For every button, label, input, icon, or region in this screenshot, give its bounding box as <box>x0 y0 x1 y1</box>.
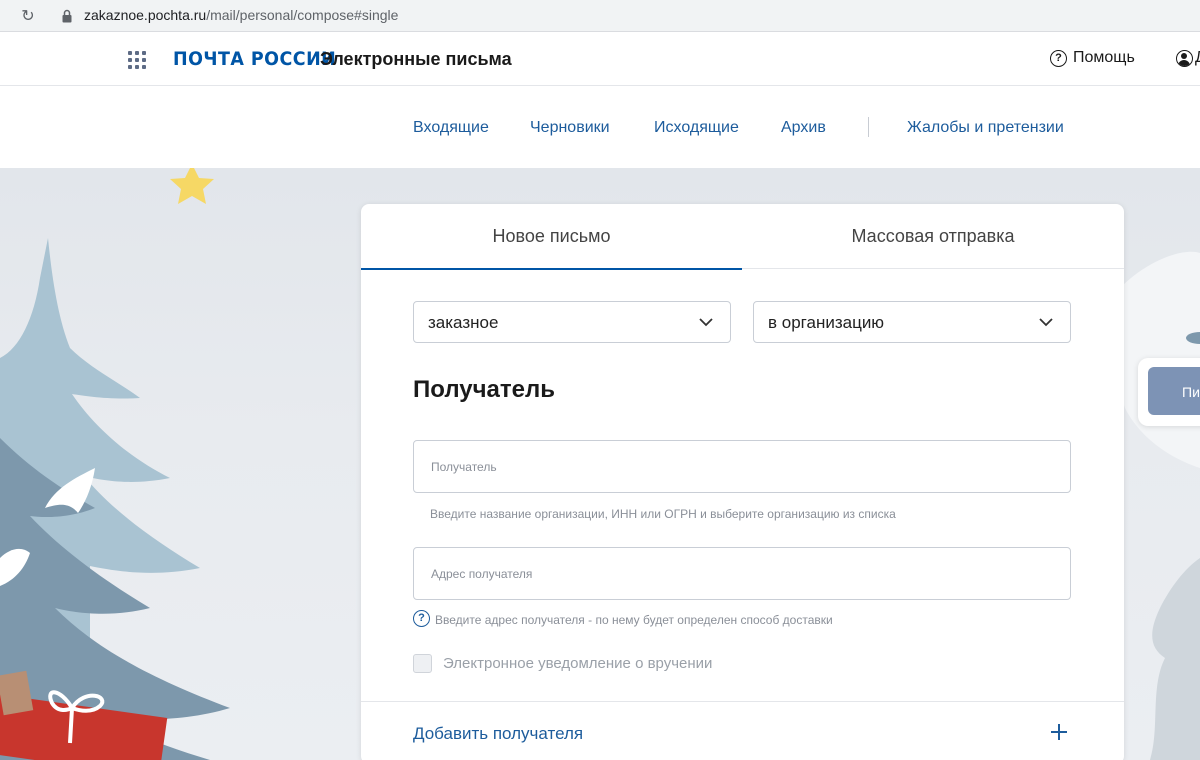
user-name[interactable]: Д <box>1195 49 1200 67</box>
compose-tabs: Новое письмо Массовая отправка <box>361 204 1124 270</box>
section-title-recipient: Получатель <box>413 376 555 403</box>
plus-icon[interactable] <box>1047 720 1071 744</box>
side-card: Пи <box>1138 358 1200 426</box>
address-field[interactable]: zakaznoe.pochta.ru/mail/personal/compose… <box>84 7 398 23</box>
site-header: ПОЧТА РОССИИ Электронные письма ? Помощь… <box>0 32 1200 86</box>
reload-icon[interactable]: ↻ <box>18 6 38 26</box>
nav-complaints[interactable]: Жалобы и претензии <box>907 119 1064 137</box>
notification-checkbox[interactable] <box>413 654 432 673</box>
help-link[interactable]: ? Помощь <box>1050 49 1135 67</box>
section-divider <box>361 701 1124 702</box>
side-card-button[interactable]: Пи <box>1148 367 1200 415</box>
user-icon[interactable] <box>1176 50 1193 67</box>
notification-label[interactable]: Электронное уведомление о вручении <box>443 655 712 672</box>
nav-archive[interactable]: Архив <box>781 119 826 137</box>
chevron-down-icon <box>699 318 713 327</box>
tab-new-letter[interactable]: Новое письмо <box>361 204 742 270</box>
letter-type-value: заказное <box>428 313 499 332</box>
recipient-hint: Введите название организации, ИНН или ОГ… <box>430 507 896 521</box>
recipient-field[interactable] <box>413 440 1071 493</box>
nav-inbox[interactable]: Входящие <box>413 119 489 137</box>
recipient-type-select[interactable]: в организацию <box>753 301 1071 343</box>
apps-grid-icon[interactable] <box>128 51 146 69</box>
star-decoration <box>170 168 214 204</box>
address-input[interactable] <box>431 564 1051 584</box>
help-icon: ? <box>1050 49 1067 67</box>
nav-drafts[interactable]: Черновики <box>530 119 610 137</box>
browser-url-bar: ↻ zakaznoe.pochta.ru/mail/personal/compo… <box>0 0 1200 32</box>
chevron-down-icon <box>1039 318 1053 327</box>
lock-icon <box>62 9 72 23</box>
nav-separator <box>868 117 869 137</box>
tree-right <box>1150 558 1200 760</box>
url-host: zakaznoe.pochta.ru <box>84 7 207 23</box>
question-icon[interactable]: ? <box>413 610 430 627</box>
recipient-type-value: в организацию <box>768 313 885 332</box>
help-label: Помощь <box>1073 49 1135 66</box>
service-title: Электронные письма <box>320 49 512 69</box>
nav-outbox[interactable]: Исходящие <box>654 119 739 137</box>
recipient-input[interactable] <box>431 457 1051 477</box>
address-hint: Введите адрес получателя - по нему будет… <box>435 613 833 627</box>
letter-type-select[interactable]: заказное <box>413 301 731 343</box>
url-path: /mail/personal/compose#single <box>206 7 399 23</box>
tab-bulk-send[interactable]: Массовая отправка <box>742 204 1124 269</box>
add-recipient-button[interactable]: Добавить получателя <box>413 724 583 744</box>
address-field[interactable] <box>413 547 1071 600</box>
compose-card: Новое письмо Массовая отправка заказное … <box>361 204 1124 760</box>
mail-subnav: Входящие Черновики Исходящие Архив Жалоб… <box>0 86 1200 168</box>
pochta-logo[interactable]: ПОЧТА РОССИИ <box>173 48 336 70</box>
